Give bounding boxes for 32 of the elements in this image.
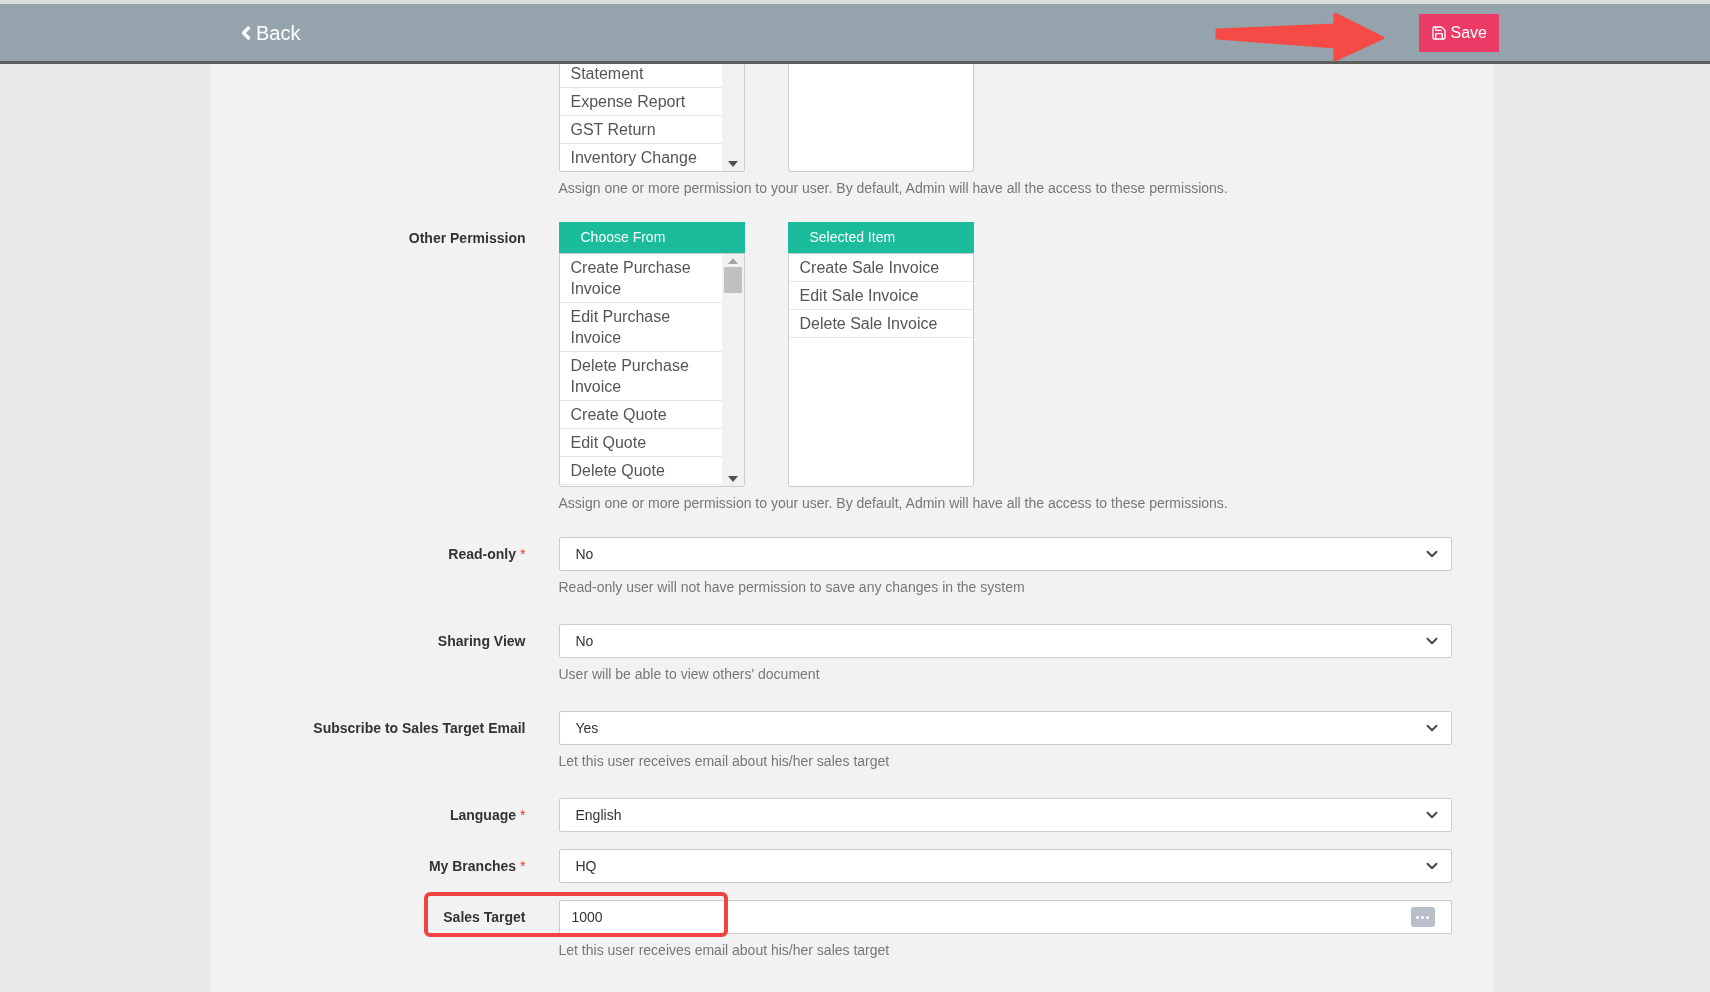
scroll-thumb[interactable] bbox=[723, 267, 742, 293]
field-label: Language bbox=[449, 805, 517, 825]
field-label: Read-only bbox=[448, 544, 517, 564]
help-text: Let this user receives email about his/her sales target bbox=[558, 752, 891, 771]
input-field[interactable]: 1000 bbox=[558, 900, 1452, 934]
field-label: Sales Target bbox=[443, 907, 526, 927]
list-header: Selected Item bbox=[787, 222, 974, 253]
help-text: User will be able to view others' document bbox=[558, 665, 821, 684]
required-mark: * bbox=[520, 856, 526, 876]
required-mark: * bbox=[520, 805, 526, 825]
help-text: Read-only user will not have permission to save any changes in the system bbox=[558, 578, 1026, 597]
select-field[interactable]: English bbox=[558, 798, 1452, 832]
scroll-up-icon[interactable] bbox=[727, 258, 738, 264]
select-field[interactable]: HQ bbox=[558, 849, 1452, 883]
select-field[interactable]: No bbox=[558, 537, 1452, 571]
help-text: Assign one or more permission to your user. By default, Admin will have all the access to these permissions. bbox=[558, 494, 1228, 513]
save-icon bbox=[1430, 24, 1447, 41]
field-label: My Branches bbox=[428, 856, 517, 876]
help-text: Assign one or more permission to your user. By default, Admin will have all the access to these permissions. bbox=[558, 179, 1228, 198]
section-label: Other Permission bbox=[408, 229, 526, 248]
scroll-down-icon[interactable] bbox=[727, 161, 738, 167]
scrollbar[interactable] bbox=[721, 254, 744, 486]
select-field[interactable]: Yes bbox=[558, 711, 1452, 745]
select-field[interactable]: No bbox=[558, 624, 1452, 658]
field-label: Sharing View bbox=[437, 631, 526, 651]
required-mark: * bbox=[520, 544, 526, 564]
field-label: Subscribe to Sales Target Email bbox=[313, 718, 526, 738]
help-text: Let this user receives email about his/her sales target bbox=[558, 941, 891, 960]
list-header: Choose From bbox=[558, 222, 745, 253]
more-icon[interactable] bbox=[1410, 907, 1435, 927]
save-button[interactable]: Save bbox=[1418, 13, 1499, 52]
scroll-down-icon[interactable] bbox=[727, 476, 738, 482]
